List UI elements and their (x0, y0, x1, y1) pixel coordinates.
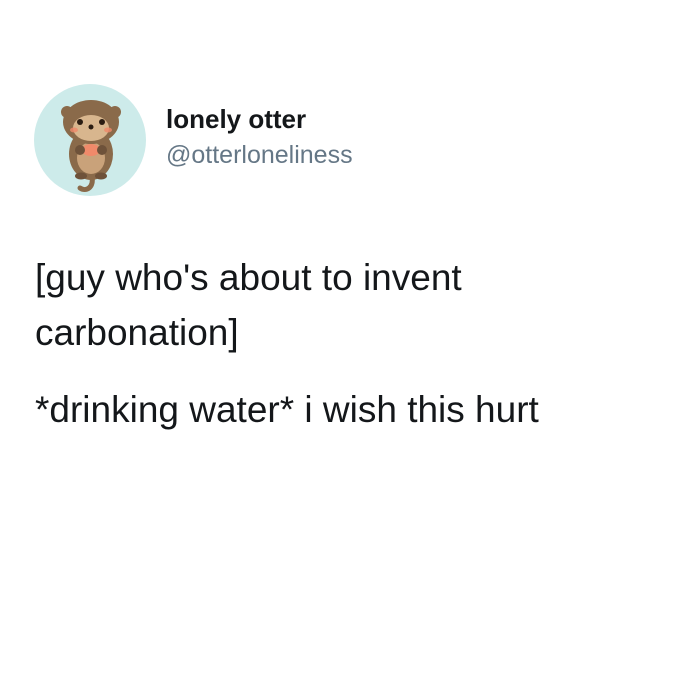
tweet-header: lonely otter @otterloneliness (34, 84, 353, 196)
avatar[interactable] (34, 84, 146, 196)
otter-icon (61, 100, 121, 192)
author-names: lonely otter @otterloneliness (166, 103, 353, 171)
display-name[interactable]: lonely otter (166, 103, 353, 135)
user-handle[interactable]: @otterloneliness (166, 139, 353, 171)
tweet-line: *drinking water* i wish this hurt (35, 389, 539, 430)
tweet-card: lonely otter @otterloneliness [guy who's… (0, 0, 700, 700)
tweet-line: [guy who's about to invent (35, 257, 462, 298)
tweet-line: carbonation] (35, 312, 239, 353)
tweet-text: [guy who's about to invent carbonation] … (35, 250, 675, 437)
